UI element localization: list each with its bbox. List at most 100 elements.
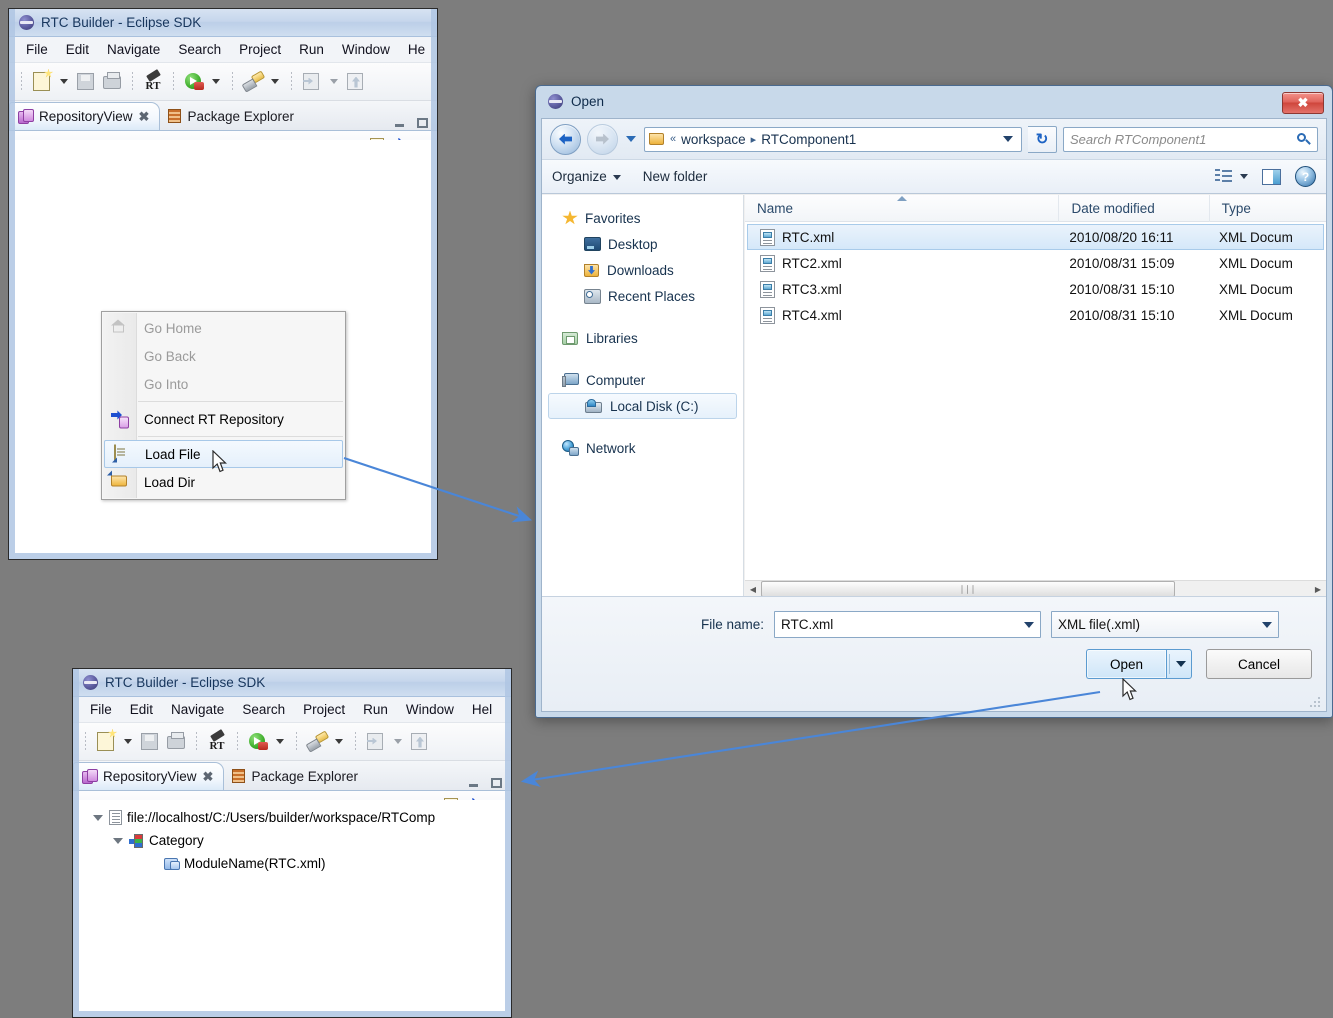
column-header-type[interactable]: Type	[1210, 195, 1326, 222]
back-navigation-icon[interactable]	[550, 124, 581, 155]
column-header-name[interactable]: Name	[745, 195, 1059, 222]
file-name-input[interactable]: RTC.xml	[774, 611, 1041, 638]
import-icon[interactable]	[364, 730, 388, 754]
new-wizard-dropdown-icon[interactable]	[124, 739, 132, 744]
new-wizard-icon[interactable]	[30, 70, 54, 94]
resize-grip-icon[interactable]	[1310, 696, 1322, 708]
tree-row-repository-root[interactable]: file://localhost/C:/Users/builder/worksp…	[73, 806, 511, 829]
nav-item-network[interactable]: Network	[542, 435, 743, 461]
menu-item-run[interactable]: Run	[290, 40, 333, 59]
dialog-close-button[interactable]: ✖	[1282, 92, 1324, 114]
nav-item-libraries[interactable]: Libraries	[542, 325, 743, 351]
chevron-down-icon[interactable]	[1240, 174, 1248, 179]
export-icon[interactable]	[408, 730, 432, 754]
dialog-titlebar[interactable]: Open	[536, 86, 1332, 116]
run-icon[interactable]	[246, 730, 270, 754]
search-input[interactable]: Search RTComponent1	[1063, 127, 1318, 152]
menu-item-navigate[interactable]: Navigate	[98, 40, 169, 59]
rt-builder-icon[interactable]: RT	[141, 70, 165, 94]
scrollbar-thumb[interactable]: ∣∣∣	[761, 581, 1175, 597]
column-header-date-modified[interactable]: Date modified	[1059, 195, 1209, 222]
search-icon[interactable]	[1296, 132, 1311, 147]
tab-repository-view[interactable]: RepositoryView ✖	[9, 102, 160, 130]
nav-item-local-disk[interactable]: Local Disk (C:)	[548, 393, 737, 419]
menu-item-help[interactable]: He	[399, 40, 434, 59]
debug-icon[interactable]	[241, 70, 265, 94]
main-toolbar[interactable]: RT	[9, 63, 437, 101]
file-list-column-headers[interactable]: Name Date modified Type	[745, 195, 1326, 222]
nav-item-desktop[interactable]: Desktop	[542, 231, 743, 257]
organize-button[interactable]: Organize	[552, 169, 621, 184]
main-toolbar[interactable]: RT	[73, 723, 511, 761]
rt-builder-icon[interactable]: RT	[205, 730, 229, 754]
menu-item-edit[interactable]: Edit	[57, 40, 98, 59]
horizontal-scrollbar[interactable]: ◀ ∣∣∣ ▶	[745, 580, 1326, 597]
menu-item-file[interactable]: File	[81, 700, 121, 719]
tree-row-category[interactable]: Category	[73, 829, 511, 852]
preview-pane-icon[interactable]	[1262, 169, 1281, 185]
menu-item-window[interactable]: Window	[397, 700, 463, 719]
save-icon[interactable]	[138, 730, 162, 754]
new-folder-button[interactable]: New folder	[643, 169, 708, 184]
refresh-icon[interactable]: ↻	[1028, 126, 1057, 153]
scroll-right-icon[interactable]: ▶	[1310, 581, 1326, 598]
expander-expanded-icon[interactable]	[113, 838, 123, 844]
table-row[interactable]: RTC4.xml 2010/08/31 15:10 XML Docum	[748, 302, 1323, 328]
run-dropdown-icon[interactable]	[276, 739, 284, 744]
print-icon[interactable]	[100, 70, 124, 94]
menu-item-run[interactable]: Run	[354, 700, 397, 719]
context-menu-item-load-file[interactable]: Load File	[104, 440, 343, 468]
menu-item-window[interactable]: Window	[333, 40, 399, 59]
maximize-icon[interactable]	[490, 777, 503, 790]
tab-package-explorer[interactable]: Package Explorer	[224, 762, 368, 790]
view-tab-row[interactable]: RepositoryView ✖ Package Explorer	[73, 761, 511, 791]
debug-icon[interactable]	[305, 730, 329, 754]
menu-item-project[interactable]: Project	[294, 700, 354, 719]
scroll-left-icon[interactable]: ◀	[745, 581, 761, 598]
import-dropdown-icon[interactable]	[394, 739, 402, 744]
run-icon[interactable]	[182, 70, 206, 94]
debug-dropdown-icon[interactable]	[335, 739, 343, 744]
dialog-command-bar[interactable]: Organize New folder ?	[542, 159, 1326, 194]
window-titlebar[interactable]: RTC Builder - Eclipse SDK	[9, 9, 437, 37]
new-wizard-dropdown-icon[interactable]	[60, 79, 68, 84]
nav-item-downloads[interactable]: Downloads	[542, 257, 743, 283]
chevron-down-icon[interactable]	[1024, 622, 1034, 628]
context-menu-item-load-dir[interactable]: Load Dir	[102, 468, 345, 496]
menu-bar[interactable]: File Edit Navigate Search Project Run Wi…	[73, 697, 511, 723]
open-split-button[interactable]: Open	[1086, 649, 1192, 679]
open-button[interactable]: Open	[1086, 649, 1166, 679]
menu-item-search[interactable]: Search	[169, 40, 230, 59]
minimize-icon[interactable]	[468, 777, 481, 790]
expander-expanded-icon[interactable]	[93, 815, 103, 821]
context-menu-item-go-back[interactable]: Go Back	[102, 342, 345, 370]
menu-item-help[interactable]: Hel	[463, 700, 501, 719]
dialog-navigation-bar[interactable]: « workspace ▸ RTComponent1 ↻ Search RTCo…	[542, 119, 1326, 159]
context-menu-item-go-home[interactable]: Go Home	[102, 314, 345, 342]
file-type-filter-select[interactable]: XML file(.xml)	[1051, 611, 1279, 638]
breadcrumb-overflow[interactable]: «	[670, 133, 676, 145]
breadcrumb-rtcomponent1[interactable]: RTComponent1	[761, 132, 856, 147]
window-titlebar[interactable]: RTC Builder - Eclipse SDK	[73, 669, 511, 697]
chevron-down-icon[interactable]	[1003, 136, 1013, 142]
table-row[interactable]: RTC3.xml 2010/08/31 15:10 XML Docum	[748, 276, 1323, 302]
nav-item-favorites[interactable]: Favorites	[542, 205, 743, 231]
menu-item-file[interactable]: File	[17, 40, 57, 59]
chevron-down-icon[interactable]	[1262, 622, 1272, 628]
view-mode-icon[interactable]	[1215, 169, 1232, 184]
repository-context-menu[interactable]: Go Home Go Back Go Into Connect RT Repos…	[101, 311, 346, 500]
tree-row-module[interactable]: ModuleName(RTC.xml)	[73, 852, 511, 875]
tab-repository-view[interactable]: RepositoryView ✖	[73, 762, 224, 790]
new-wizard-icon[interactable]	[94, 730, 118, 754]
cancel-button[interactable]: Cancel	[1206, 649, 1312, 679]
import-dropdown-icon[interactable]	[330, 79, 338, 84]
menu-bar[interactable]: File Edit Navigate Search Project Run Wi…	[9, 37, 437, 63]
menu-item-project[interactable]: Project	[230, 40, 290, 59]
context-menu-item-connect-rt-repository[interactable]: Connect RT Repository	[102, 405, 345, 433]
maximize-icon[interactable]	[416, 117, 429, 130]
export-icon[interactable]	[344, 70, 368, 94]
close-icon[interactable]: ✖	[203, 769, 214, 785]
menu-item-edit[interactable]: Edit	[121, 700, 162, 719]
table-row[interactable]: RTC2.xml 2010/08/31 15:09 XML Docum	[748, 250, 1323, 276]
breadcrumb-workspace[interactable]: workspace	[681, 132, 746, 147]
